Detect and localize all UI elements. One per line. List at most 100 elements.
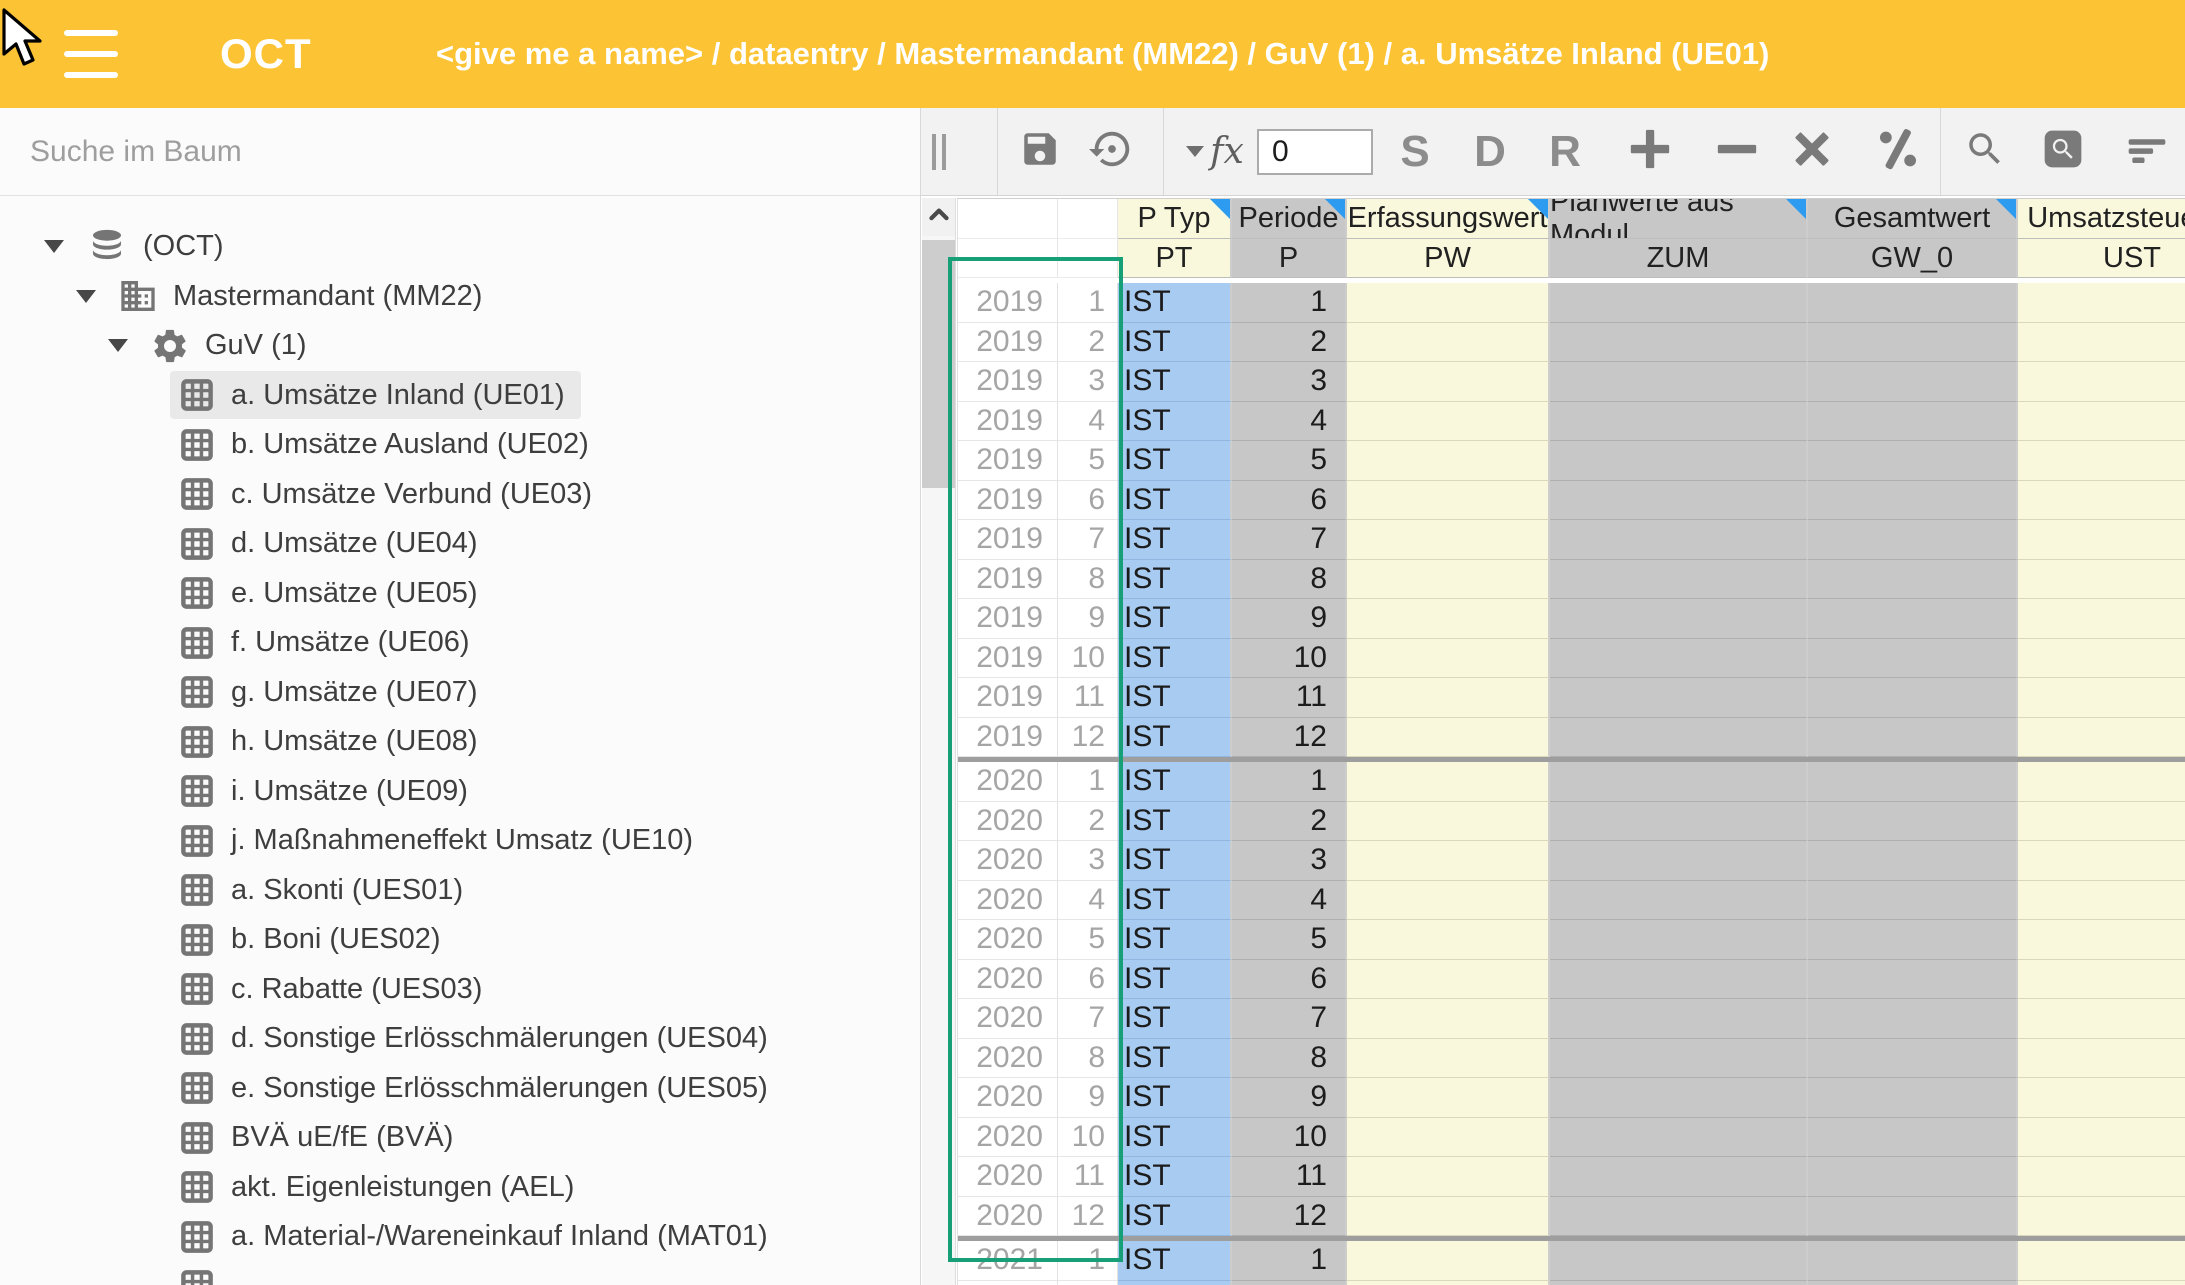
reset-values-button[interactable]: R xyxy=(1533,108,1597,195)
grid-cell-ust[interactable] xyxy=(2018,999,2185,1039)
grid-cell-zum[interactable] xyxy=(1550,802,1808,842)
grid-cell-zum[interactable] xyxy=(1550,481,1808,521)
grid-cell-ust[interactable] xyxy=(2018,718,2185,758)
grid-cell-pw[interactable] xyxy=(1347,841,1550,881)
tree-search-input[interactable] xyxy=(0,134,840,170)
grid-cell-zum[interactable] xyxy=(1550,762,1808,802)
grid-cell-zum[interactable] xyxy=(1550,639,1808,679)
grid-cell-p[interactable]: 10 xyxy=(1232,639,1347,679)
row-header-year[interactable]: 2020 xyxy=(958,960,1058,1000)
grid-cell-gw_0[interactable] xyxy=(1808,283,2018,323)
grid-cell-p[interactable]: 6 xyxy=(1232,481,1347,521)
grid-cell-ust[interactable] xyxy=(2018,960,2185,1000)
row-header-year[interactable]: 2019 xyxy=(958,402,1058,442)
grid-cell-gw_0[interactable] xyxy=(1808,520,2018,560)
grid-cell-pt[interactable]: IST xyxy=(1118,960,1232,1000)
grid-cell-p[interactable]: 10 xyxy=(1232,1118,1347,1158)
row-header-year[interactable]: 2019 xyxy=(958,283,1058,323)
grid-cell-ust[interactable] xyxy=(2018,283,2185,323)
add-button[interactable] xyxy=(1618,108,1682,195)
column-header-p[interactable]: Periode xyxy=(1232,199,1347,239)
multiply-button[interactable] xyxy=(1780,108,1844,195)
tree-item[interactable]: g. Umsätze (UE07) xyxy=(0,668,920,718)
row-header-year[interactable]: 2020 xyxy=(958,841,1058,881)
grid-cell-zum[interactable] xyxy=(1550,283,1808,323)
row-header-year[interactable]: 2019 xyxy=(958,481,1058,521)
row-header-period[interactable]: 2 xyxy=(1058,802,1118,842)
grid-cell-ust[interactable] xyxy=(2018,481,2185,521)
grid-cell-zum[interactable] xyxy=(1550,881,1808,921)
row-header-year[interactable]: 2020 xyxy=(958,881,1058,921)
row-header-period[interactable]: 9 xyxy=(1058,1078,1118,1118)
row-header-period[interactable]: 5 xyxy=(1058,920,1118,960)
grid-cell-gw_0[interactable] xyxy=(1808,402,2018,442)
expand-arrow-icon[interactable] xyxy=(108,339,142,352)
grid-cell-zum[interactable] xyxy=(1550,1157,1808,1197)
grid-cell-gw_0[interactable] xyxy=(1808,1197,2018,1237)
grid-cell-pt[interactable]: IST xyxy=(1118,520,1232,560)
grid-cell-p[interactable]: 9 xyxy=(1232,599,1347,639)
tree-item[interactable] xyxy=(0,1262,920,1285)
set-value-button[interactable]: S xyxy=(1383,108,1447,195)
grid-cell-p[interactable]: 6 xyxy=(1232,960,1347,1000)
grid-cell-pt[interactable]: IST xyxy=(1118,802,1232,842)
column-header-pt[interactable]: PT xyxy=(1118,239,1232,278)
scrollbar-thumb[interactable] xyxy=(922,240,955,488)
grid-cell-zum[interactable] xyxy=(1550,1281,1808,1285)
row-header-period[interactable]: 12 xyxy=(1058,1197,1118,1237)
tree-item[interactable]: GuV (1) xyxy=(0,321,920,371)
grid-cell-ust[interactable] xyxy=(2018,560,2185,600)
grid-cell-ust[interactable] xyxy=(2018,1281,2185,1285)
row-header-period[interactable]: 1 xyxy=(1058,1241,1118,1281)
grid-cell-zum[interactable] xyxy=(1550,1241,1808,1281)
grid-cell-pw[interactable] xyxy=(1347,1281,1550,1285)
tree-item[interactable]: c. Rabatte (UES03) xyxy=(0,965,920,1015)
tree-item[interactable]: f. Umsätze (UE06) xyxy=(0,618,920,668)
row-header-period[interactable]: 12 xyxy=(1058,718,1118,758)
grid-cell-zum[interactable] xyxy=(1550,1118,1808,1158)
grid-cell-zum[interactable] xyxy=(1550,1039,1808,1079)
grid-cell-pt[interactable]: IST xyxy=(1118,1197,1232,1237)
grid-cell-pt[interactable]: IST xyxy=(1118,678,1232,718)
grid-cell-p[interactable]: 2 xyxy=(1232,323,1347,363)
grid-cell-zum[interactable] xyxy=(1550,402,1808,442)
tree-item[interactable]: e. Umsätze (UE05) xyxy=(0,569,920,619)
column-header-pw[interactable]: Erfassungswert xyxy=(1347,199,1550,239)
column-header-gw_0[interactable]: Gesamtwert xyxy=(1808,199,2018,239)
grid-cell-p[interactable]: 11 xyxy=(1232,1157,1347,1197)
grid-cell-p[interactable]: 12 xyxy=(1232,1197,1347,1237)
row-header-year[interactable]: 2019 xyxy=(958,441,1058,481)
grid-cell-zum[interactable] xyxy=(1550,323,1808,363)
grid-cell-gw_0[interactable] xyxy=(1808,599,2018,639)
grid-cell-ust[interactable] xyxy=(2018,920,2185,960)
grid-cell-pt[interactable]: IST xyxy=(1118,402,1232,442)
grid-cell-gw_0[interactable] xyxy=(1808,1281,2018,1285)
grid-cell-gw_0[interactable] xyxy=(1808,920,2018,960)
formula-fx-button[interactable]: fx xyxy=(1183,108,1247,195)
grid-cell-p[interactable]: 11 xyxy=(1232,678,1347,718)
row-header-period[interactable]: 9 xyxy=(1058,599,1118,639)
pane-splitter-handle[interactable] xyxy=(913,108,965,195)
grid-cell-p[interactable] xyxy=(1232,1281,1347,1285)
row-header-year[interactable]: 2020 xyxy=(958,802,1058,842)
grid-cell-p[interactable]: 8 xyxy=(1232,1039,1347,1079)
row-header-year[interactable]: 2019 xyxy=(958,323,1058,363)
grid-cell-ust[interactable] xyxy=(2018,802,2185,842)
grid-cell-zum[interactable] xyxy=(1550,920,1808,960)
row-header-year[interactable]: 2019 xyxy=(958,560,1058,600)
grid-cell-zum[interactable] xyxy=(1550,441,1808,481)
row-header-period[interactable]: 4 xyxy=(1058,402,1118,442)
row-header-period[interactable] xyxy=(1058,1281,1118,1285)
tree-item[interactable]: e. Sonstige Erlösschmälerungen (UES05) xyxy=(0,1064,920,1114)
grid-cell-gw_0[interactable] xyxy=(1808,718,2018,758)
grid-cell-ust[interactable] xyxy=(2018,841,2185,881)
grid-cell-gw_0[interactable] xyxy=(1808,1039,2018,1079)
row-header-year[interactable]: 2019 xyxy=(958,678,1058,718)
tree-item[interactable]: c. Umsätze Verbund (UE03) xyxy=(0,470,920,520)
grid-cell-gw_0[interactable] xyxy=(1808,323,2018,363)
row-header-period[interactable]: 3 xyxy=(1058,841,1118,881)
grid-cell-pt[interactable]: IST xyxy=(1118,639,1232,679)
grid-cell-gw_0[interactable] xyxy=(1808,1241,2018,1281)
grid-cell-gw_0[interactable] xyxy=(1808,881,2018,921)
grid-cell-pt[interactable]: IST xyxy=(1118,881,1232,921)
